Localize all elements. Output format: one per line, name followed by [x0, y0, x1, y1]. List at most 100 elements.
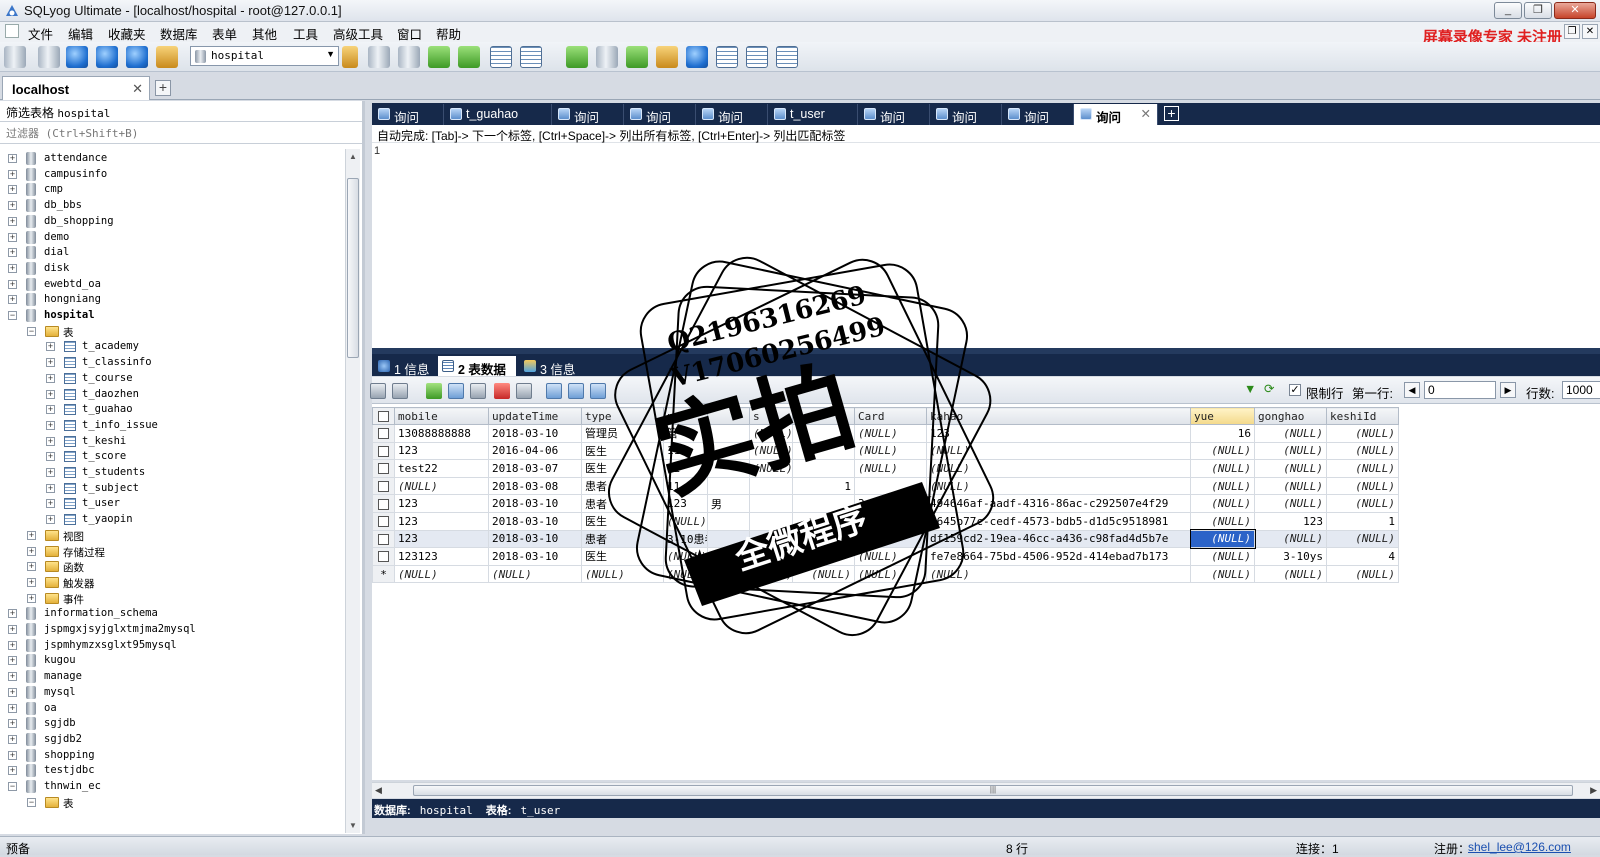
grid-column-header[interactable]: updateTime [488, 407, 582, 425]
grid-cell[interactable]: 12 [663, 459, 708, 478]
grid-cell[interactable]: (NULL) [1254, 441, 1327, 461]
grid-cell[interactable]: 2018-03-08 [488, 476, 582, 496]
tree-scrollbar[interactable]: ▲ ▼ [345, 149, 360, 833]
export-icon[interactable] [458, 46, 480, 68]
expand-icon[interactable]: + [46, 405, 55, 415]
minimize-button[interactable]: _ [1494, 2, 1522, 19]
grid-cell[interactable]: (NULL) [749, 441, 793, 461]
execute-query-icon[interactable] [66, 46, 88, 68]
row-header[interactable] [372, 494, 395, 513]
grid-view-icon[interactable] [370, 383, 386, 399]
backup-icon[interactable] [398, 46, 420, 68]
report-icon[interactable] [776, 46, 798, 68]
import-icon[interactable] [428, 46, 450, 68]
export-data-icon[interactable] [392, 383, 408, 399]
expand-icon[interactable]: + [8, 169, 17, 179]
grid-cell[interactable]: (NULL) [926, 459, 1191, 478]
grid-cell[interactable]: 3-10ys [1254, 547, 1327, 566]
grid-cell[interactable]: (NULL) [749, 547, 793, 566]
query-tab-4[interactable]: 询问 [696, 104, 768, 125]
grid-cell[interactable]: 2018-03-07 [488, 459, 582, 478]
query-tab-6[interactable]: 询问 [858, 104, 930, 125]
grid-cell[interactable] [792, 494, 855, 513]
new-row-marker[interactable]: * [372, 564, 395, 584]
grid-cell[interactable]: (NULL) [749, 424, 793, 443]
close-button[interactable]: ✕ [1554, 2, 1596, 19]
grid-cell[interactable]: 男 [707, 494, 750, 513]
filter-icon[interactable]: ▼ [1244, 382, 1256, 396]
query-builder-icon[interactable] [596, 46, 618, 68]
grid-cell[interactable]: (NULL) [1326, 564, 1399, 584]
table-row[interactable]: * (NULL) (NULL) (NULL) (NULL) (NULL) (NULL) (NU… [372, 564, 1399, 584]
row-checkbox[interactable] [378, 463, 389, 475]
grid-cell[interactable]: 医生 [581, 441, 664, 461]
execute-all-icon[interactable] [96, 46, 118, 68]
expand-icon[interactable]: + [46, 389, 55, 399]
grid-cell[interactable]: (NULL) [926, 441, 1191, 461]
grid-column-header[interactable]: kahao [926, 407, 1191, 425]
grid-column-header[interactable]: yue [1190, 407, 1255, 425]
monitor-icon[interactable] [746, 46, 768, 68]
grid-column-header[interactable]: type [581, 407, 664, 425]
grid-cell[interactable]: 123 [926, 424, 1191, 443]
row-checkbox[interactable] [378, 551, 389, 563]
duplicate-row-icon[interactable] [448, 383, 464, 399]
grid-cell[interactable]: fe7e8664-75bd-4506-952d-414ebad7b173 [926, 547, 1191, 566]
grid-cell[interactable]: (NULL) [854, 547, 927, 566]
grid-cell[interactable]: 123123 [394, 547, 489, 566]
grid-cell[interactable] [749, 494, 793, 513]
collapse-icon[interactable]: − [8, 782, 17, 791]
grid-cell[interactable]: 2018-03-10 [488, 529, 582, 549]
grid-cell[interactable]: 1 [1326, 511, 1399, 531]
expand-icon[interactable]: + [8, 201, 17, 211]
mdi-restore-button[interactable]: ❐ [1564, 24, 1580, 39]
query-tab-8[interactable]: 询问 [1002, 104, 1074, 125]
table-row[interactable]: (NULL) 2018-03-08 患者 11 1 (NULL) (NULL) (NULL)(… [372, 476, 1399, 496]
menu-database[interactable]: 数据库 [160, 24, 198, 43]
menu-help[interactable]: 帮助 [436, 24, 461, 43]
expand-icon[interactable]: + [46, 373, 55, 383]
grid-cell[interactable] [749, 511, 793, 531]
sync-icon[interactable] [566, 46, 588, 68]
grid-cell[interactable] [707, 441, 750, 461]
row-header[interactable] [372, 459, 395, 478]
new-connection-icon[interactable] [38, 46, 60, 68]
grid-mode-icon[interactable] [546, 383, 562, 399]
grid-cell[interactable]: 11 [663, 441, 708, 461]
grid-cell[interactable]: (NULL) [1254, 494, 1327, 513]
query-tab-0[interactable]: 询问 [372, 104, 444, 125]
grid-cell[interactable]: (NULL) [1326, 494, 1399, 513]
grid-cell[interactable]: (NULL) [1254, 529, 1327, 549]
expand-icon[interactable]: + [8, 672, 17, 682]
delete-row-icon[interactable] [494, 383, 510, 399]
grid-cell[interactable] [707, 424, 750, 443]
first-row-input[interactable]: 0 [1424, 381, 1496, 399]
grid-cell[interactable] [707, 459, 750, 478]
users-icon[interactable] [156, 46, 178, 68]
query-tab-5[interactable]: t_user [768, 104, 858, 125]
grid-cell[interactable]: 123 [1254, 511, 1327, 531]
expand-icon[interactable]: + [46, 452, 55, 462]
grid-column-header[interactable] [707, 407, 750, 425]
grid-cell[interactable]: (NULL) [792, 564, 855, 584]
expand-icon[interactable]: + [46, 420, 55, 430]
grid-cell[interactable]: (NULL) [926, 476, 1191, 496]
expand-icon[interactable]: + [46, 499, 55, 509]
grid-cell[interactable]: 2016-04-06 [488, 441, 582, 461]
collapse-icon[interactable]: − [8, 311, 17, 320]
grid-cell[interactable] [854, 476, 927, 496]
grid-cell[interactable]: 医生 [581, 459, 664, 478]
grid-cell[interactable]: (NULL) [926, 564, 1191, 584]
create-database-icon[interactable] [368, 46, 390, 68]
expand-icon[interactable]: + [8, 719, 17, 729]
grid-cell[interactable]: (NULL) [663, 547, 708, 566]
insert-row-icon[interactable] [426, 383, 442, 399]
query-editor[interactable]: 1 [372, 143, 1600, 348]
rows-input[interactable]: 1000 [1562, 381, 1600, 399]
expand-icon[interactable]: + [8, 185, 17, 195]
grid-column-header[interactable]: Card [854, 407, 927, 425]
row-header[interactable] [372, 424, 395, 443]
prev-page-button[interactable]: ◀ [1404, 382, 1420, 398]
new-connection-tab-button[interactable]: + [155, 80, 171, 96]
grid-cell[interactable] [792, 459, 855, 478]
